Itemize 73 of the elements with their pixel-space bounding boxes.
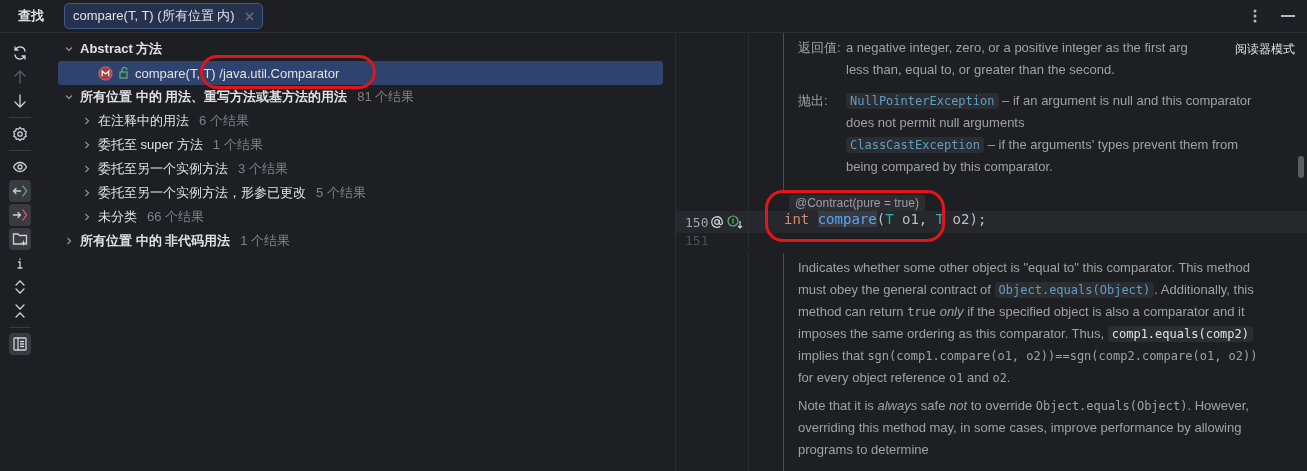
settings-icon <box>12 126 28 142</box>
panel-title: 查找 <box>18 7 44 25</box>
group-label: 所有位置 中的 用法、重写方法或基方法的用法 <box>80 88 348 106</box>
tree-item[interactable]: 委托至 super 方法 1 个结果 <box>58 133 663 157</box>
doc-label: 抛出: <box>798 92 829 110</box>
minimize-button[interactable] <box>1279 12 1297 20</box>
result-count: 1 个结果 <box>240 232 291 250</box>
annotation-hint: @Contract(pure = true) <box>789 195 925 211</box>
minimize-icon <box>1281 14 1295 18</box>
result-count: 1 个结果 <box>212 136 263 154</box>
tree-item[interactable]: 在注释中的用法 6 个结果 <box>58 109 663 133</box>
group-label: 委托至另一个实例方法，形参已更改 <box>98 184 306 202</box>
doc-text: less than, equal to, or greater than the second. <box>846 61 1116 79</box>
tree-item[interactable]: 所有位置 中的 非代码用法 1 个结果 <box>58 229 663 253</box>
lock-icon <box>119 67 129 79</box>
arrow-down-icon <box>12 93 28 109</box>
arrow-in-icon <box>12 183 28 199</box>
group-label: Abstract 方法 <box>80 40 163 58</box>
chevron-right-icon[interactable] <box>82 140 92 150</box>
result-count: 81 个结果 <box>357 88 415 106</box>
folder-icon <box>12 231 28 247</box>
eye-icon <box>12 159 28 175</box>
tree-item[interactable]: 委托至另一个实例方法，形参已更改 5 个结果 <box>58 181 663 205</box>
method-label: compare(T, T) /java.util.Comparator <box>135 65 340 81</box>
chevron-down-icon[interactable] <box>64 92 74 102</box>
tool-button[interactable] <box>9 180 31 202</box>
close-icon[interactable] <box>244 11 254 21</box>
implemented-icon[interactable] <box>727 215 743 229</box>
group-label: 委托至 super 方法 <box>98 136 203 154</box>
arrow-in-icon <box>12 207 28 223</box>
tool-button[interactable] <box>9 228 31 250</box>
line-number: 150 <box>685 214 707 230</box>
group-label: 所有位置 中的 非代码用法 <box>80 232 231 250</box>
tree-item[interactable]: Abstract 方法 <box>58 37 663 61</box>
doc-text: NullPointerException – if an argument is null and this comparator <box>846 90 1252 112</box>
tree-item[interactable]: 所有位置 中的 用法、重写方法或基方法的用法 81 个结果 <box>58 85 663 109</box>
chevron-right-icon[interactable] <box>82 164 92 174</box>
doc-text: does not permit null arguments <box>846 114 1026 132</box>
tree-item[interactable]: compare(T, T) /java.util.Comparator <box>58 61 663 85</box>
reader-mode-link[interactable]: 阅读器模式 <box>1235 41 1295 58</box>
more-button[interactable] <box>1251 7 1259 25</box>
result-count: 5 个结果 <box>316 184 366 202</box>
method-icon <box>98 65 113 81</box>
chevron-down-icon[interactable] <box>64 44 74 54</box>
tool-button[interactable] <box>9 204 31 226</box>
chevron-right-icon[interactable] <box>82 212 92 222</box>
refresh-icon <box>12 45 28 61</box>
group-label: 未分类 <box>98 208 137 226</box>
doc-paragraph: Indicates whether some other object is "equal to" this comparator. This method must obey the general contract of Object.equals(Object) . Additionally, this method can return true only if the specified object is also a comparator and it imposes the same ordering as this comparator. Thus, comp1.equals(comp2) implies that sgn(comp1.compare(o1, o2))==sgn(comp2.compare(o1, o2)) for every object reference o1 and o2. <box>798 259 1259 387</box>
chevron-right-icon[interactable] <box>64 236 74 246</box>
tree-item[interactable]: 委托至另一个实例方法 3 个结果 <box>58 157 663 181</box>
arrow-up-icon <box>12 69 28 85</box>
group-label: 委托至另一个实例方法 <box>98 160 228 178</box>
tool-button[interactable] <box>9 333 31 355</box>
doc-paragraph: Note that it is always safe not to override Object.equals(Object). However, overriding this method may, in some cases, improve performance by allowing programs to determine <box>798 397 1250 459</box>
doc-text: ClassCastException – if the arguments' types prevent them from <box>846 134 1252 156</box>
scrollbar-thumb[interactable] <box>1298 156 1304 178</box>
code-link[interactable]: NullPointerException <box>846 93 999 109</box>
doc-label: 返回值: <box>798 39 842 57</box>
chevron-right-icon[interactable] <box>82 116 92 126</box>
at-sign-icon[interactable] <box>710 215 724 229</box>
result-count: 3 个结果 <box>238 160 288 178</box>
doc-text: a negative integer, zero, or a positive integer as the first arg <box>846 39 1188 57</box>
code-link[interactable]: Object.equals(Object) <box>994 282 1155 298</box>
group-label: 在注释中的用法 <box>98 112 189 130</box>
panel-icon <box>12 336 28 352</box>
result-count: 66 个结果 <box>147 208 205 226</box>
search-tab[interactable]: compare(T, T) (所有位置 内) <box>64 3 263 29</box>
doc-text: being compared by this comparator. <box>846 158 1054 176</box>
code-link[interactable]: ClassCastException <box>846 137 985 153</box>
tree-item[interactable]: 未分类 66 个结果 <box>58 205 663 229</box>
chevron-right-icon[interactable] <box>82 188 92 198</box>
result-count: 6 个结果 <box>199 112 249 130</box>
